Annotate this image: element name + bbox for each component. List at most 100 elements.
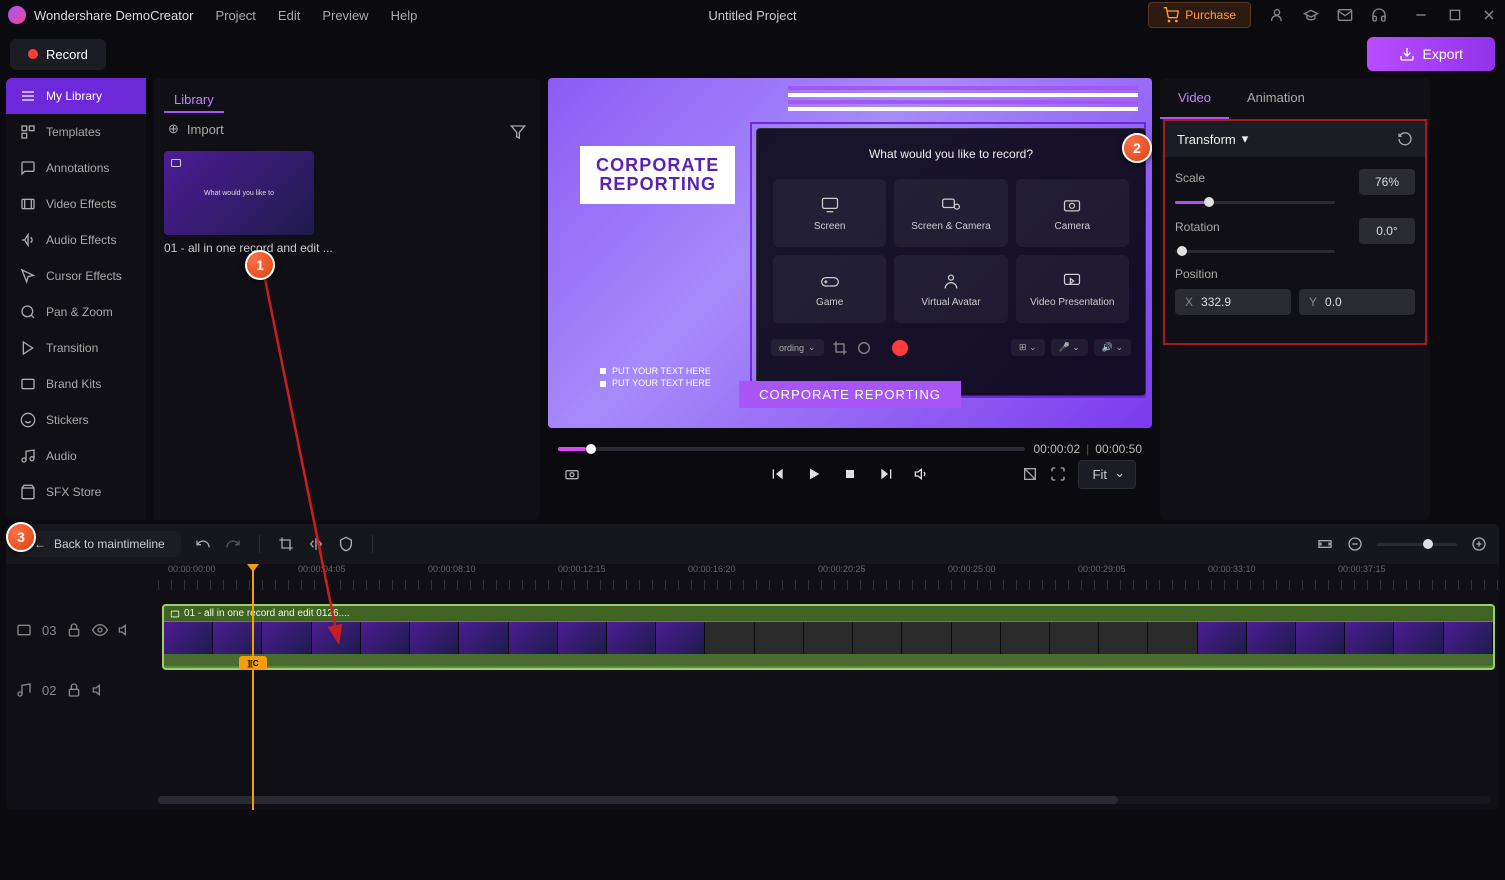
record-dot-icon xyxy=(28,49,38,59)
academy-icon[interactable] xyxy=(1303,7,1319,23)
position-y-input[interactable]: Y0.0 xyxy=(1299,289,1415,315)
import-button[interactable]: ⊕ Import xyxy=(164,113,530,145)
safe-zone-icon[interactable] xyxy=(1022,466,1038,482)
close-icon[interactable] xyxy=(1481,7,1497,23)
headset-icon[interactable] xyxy=(1371,7,1387,23)
sidebar-item-videoeffects[interactable]: Video Effects xyxy=(6,186,146,222)
back-to-main-button[interactable]: ← Back to maintimeline xyxy=(18,531,181,557)
tab-animation[interactable]: Animation xyxy=(1229,78,1323,119)
scale-slider[interactable] xyxy=(1175,201,1335,204)
filter-icon[interactable] xyxy=(510,124,526,140)
sidebar-item-annotations[interactable]: Annotations xyxy=(6,150,146,186)
logo-icon xyxy=(8,6,26,24)
overlay-mic-pill: 🎤 ⌄ xyxy=(1051,339,1088,356)
scale-label: Scale xyxy=(1175,171,1205,185)
audio-track-icon xyxy=(16,682,32,698)
preview-panel: CORPORATE REPORTING PUT YOUR TEXT HERE P… xyxy=(548,78,1152,520)
next-frame-icon[interactable] xyxy=(878,466,894,482)
smart-edit-badge[interactable]: ][C xyxy=(239,656,267,670)
fit-timeline-icon[interactable] xyxy=(1317,536,1333,552)
lock-icon[interactable] xyxy=(66,682,82,698)
sidebar-item-brandkits[interactable]: Brand Kits xyxy=(6,366,146,402)
corporate-label-banner: CORPORATE REPORTING xyxy=(739,381,961,408)
zoom-out-icon[interactable] xyxy=(1347,536,1363,552)
prev-frame-icon[interactable] xyxy=(770,466,786,482)
menu-project[interactable]: Project xyxy=(215,8,255,23)
purchase-button[interactable]: Purchase xyxy=(1148,2,1251,28)
audio-track-header: 02 xyxy=(6,666,158,714)
position-x-input[interactable]: X332.9 xyxy=(1175,289,1291,315)
avatar-icon xyxy=(941,271,961,291)
user-icon[interactable] xyxy=(1269,7,1285,23)
overlay-card-camera: Camera xyxy=(1016,179,1129,247)
sidebar-item-templates[interactable]: Templates xyxy=(6,114,146,150)
sidebar-item-stickers[interactable]: Stickers xyxy=(6,402,146,438)
transform-header[interactable]: Transform ▾ xyxy=(1177,131,1248,147)
clip-video-icon xyxy=(170,609,180,619)
timeline-tracks[interactable]: 00:00:00:00 00:00:04:05 00:00:08:10 00:0… xyxy=(158,564,1499,810)
app-name: Wondershare DemoCreator xyxy=(34,8,193,23)
library-tab[interactable]: Library xyxy=(164,88,224,113)
crop-tool-icon[interactable] xyxy=(278,536,294,552)
sidebar-item-audio[interactable]: Audio xyxy=(6,438,146,474)
annotation-marker-1: 1 xyxy=(245,250,275,280)
sidebar-item-panzoom[interactable]: Pan & Zoom xyxy=(6,294,146,330)
overlay-speaker-pill: 🔊 ⌄ xyxy=(1094,339,1131,356)
fullscreen-icon[interactable] xyxy=(1050,466,1066,482)
sidebar-item-mylibrary[interactable]: My Library xyxy=(6,78,146,114)
split-icon[interactable] xyxy=(308,536,324,552)
redo-icon[interactable] xyxy=(225,536,241,552)
video-track-icon xyxy=(16,622,32,638)
rotation-value[interactable]: 0.0° xyxy=(1359,218,1415,244)
marker-icon[interactable] xyxy=(338,536,354,552)
camera-icon xyxy=(1062,195,1082,215)
maximize-icon[interactable] xyxy=(1447,7,1463,23)
lock-icon[interactable] xyxy=(66,622,82,638)
record-button[interactable]: Record xyxy=(10,39,106,70)
mail-icon[interactable] xyxy=(1337,7,1353,23)
overlay-rec-dot-icon xyxy=(892,340,908,356)
menu-preview[interactable]: Preview xyxy=(322,8,368,23)
library-clip[interactable]: What would you like to 01 - all in one r… xyxy=(164,151,530,255)
cursor-icon xyxy=(20,268,36,284)
menu-help[interactable]: Help xyxy=(391,8,418,23)
sidebar-item-cursoreffects[interactable]: Cursor Effects xyxy=(6,258,146,294)
undo-icon[interactable] xyxy=(195,536,211,552)
eye-icon[interactable] xyxy=(92,622,108,638)
export-icon xyxy=(1399,46,1415,62)
snapshot-icon[interactable] xyxy=(564,466,580,482)
sidebar-item-audioeffects[interactable]: Audio Effects xyxy=(6,222,146,258)
zoom-in-icon[interactable] xyxy=(1471,536,1487,552)
timeline-clip[interactable]: 01 - all in one record and edit 0126.... xyxy=(162,604,1495,670)
mute-icon[interactable] xyxy=(118,622,134,638)
playhead[interactable]: ][C xyxy=(252,566,254,810)
scrub-bar[interactable] xyxy=(558,447,1025,451)
timeline-ruler[interactable]: 00:00:00:00 00:00:04:05 00:00:08:10 00:0… xyxy=(158,564,1499,594)
minimize-icon[interactable] xyxy=(1413,7,1429,23)
fit-dropdown[interactable]: Fit xyxy=(1078,460,1136,489)
export-button[interactable]: Export xyxy=(1367,37,1495,71)
preview-canvas[interactable]: CORPORATE REPORTING PUT YOUR TEXT HERE P… xyxy=(548,78,1152,428)
record-overlay-window: What would you like to record? Screen Sc… xyxy=(756,128,1146,396)
timeline-scrollbar[interactable] xyxy=(158,796,1491,804)
volume-icon[interactable] xyxy=(914,466,930,482)
zoom-slider[interactable] xyxy=(1377,543,1457,546)
placeholder-text: PUT YOUR TEXT HERE PUT YOUR TEXT HERE xyxy=(600,365,711,390)
sidebar-item-transition[interactable]: Transition xyxy=(6,330,146,366)
target-icon xyxy=(856,340,872,356)
audioeffects-icon xyxy=(20,232,36,248)
mute-icon[interactable] xyxy=(92,682,108,698)
library-panel: Library ⊕ Import What would you like to … xyxy=(154,78,540,520)
video-badge-icon xyxy=(170,157,182,169)
rotation-slider[interactable] xyxy=(1175,250,1335,253)
clip-thumbnail: What would you like to xyxy=(164,151,314,235)
tab-video[interactable]: Video xyxy=(1160,78,1229,119)
reset-icon[interactable] xyxy=(1397,131,1413,147)
play-icon[interactable] xyxy=(806,466,822,482)
menu-edit[interactable]: Edit xyxy=(278,8,300,23)
sidebar-item-sfxstore[interactable]: SFX Store xyxy=(6,474,146,510)
scale-value[interactable]: 76% xyxy=(1359,169,1415,195)
transition-icon xyxy=(20,340,36,356)
stop-icon[interactable] xyxy=(842,466,858,482)
annotation-marker-3: 3 xyxy=(6,522,36,552)
